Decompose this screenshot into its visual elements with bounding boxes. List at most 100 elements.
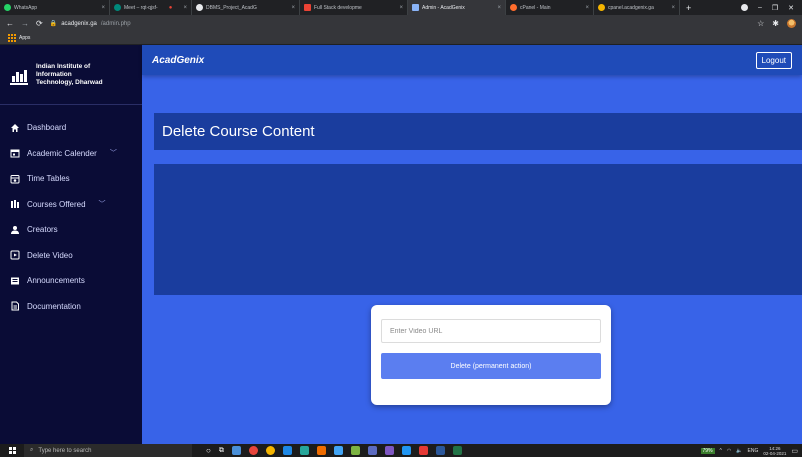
sidebar-item-dashboard[interactable]: Dashboard (0, 115, 142, 141)
logout-button[interactable]: Logout (755, 51, 792, 69)
close-icon[interactable]: × (493, 5, 501, 11)
main-content: AcadGenix Logout Delete Course Content D… (142, 45, 802, 444)
sidebar-brand: Indian Institute of Information Technolo… (0, 45, 142, 105)
timetable-icon (10, 174, 20, 184)
avatar[interactable] (787, 19, 796, 28)
gmail-icon (304, 4, 311, 11)
edge-icon[interactable] (231, 446, 241, 455)
sidebar-nav: Dashboard Academic Calender ﹀ Time Table… (0, 105, 142, 319)
tab-label: Meet – rqt-qjsf- (124, 4, 158, 11)
back-icon[interactable]: ← (6, 19, 14, 28)
tab-label: Full Stack developme (314, 4, 362, 11)
reload-icon[interactable]: ⟳ (36, 19, 43, 28)
announcements-icon (11, 277, 19, 285)
tab-label: Admin - AcadGenix (422, 4, 465, 11)
star-icon[interactable]: ☆ (757, 19, 764, 28)
content-panel: Delete (permanent action) (154, 164, 802, 405)
vscode-icon[interactable] (401, 446, 411, 455)
visual-studio-icon[interactable] (384, 446, 394, 455)
close-icon[interactable]: × (395, 5, 403, 11)
sidebar-item-label: Documentation (27, 301, 81, 311)
tab-whatsapp[interactable]: WhatsApp × (0, 0, 110, 15)
app-icon[interactable] (333, 446, 343, 455)
chevron-down-icon: ﹀ (109, 150, 117, 158)
tab-label: cPanel - Main (520, 4, 551, 11)
apps-grid-icon[interactable] (8, 34, 16, 42)
tab-meet[interactable]: Meet – rqt-qjsf- ● × (110, 0, 192, 15)
bookmark-apps[interactable]: Apps (19, 35, 30, 41)
sidebar-item-courses-offered[interactable]: Courses Offered ﹀ (0, 192, 142, 218)
volume-icon[interactable]: 🔈 (736, 448, 742, 454)
chevron-down-icon: ﹀ (98, 201, 106, 209)
browser-toolbar: ← → ⟳ 🔒 acadgenix.ga/admin.php ☆ ✱ (0, 15, 802, 32)
close-window-icon[interactable]: ✕ (788, 4, 794, 12)
chrome-icon[interactable] (265, 446, 275, 455)
sidebar-item-creators[interactable]: Creators (0, 217, 142, 243)
app-icon[interactable] (316, 446, 326, 455)
browser-tab-bar: WhatsApp × Meet – rqt-qjsf- ● × DBMS_Pro… (0, 0, 802, 15)
app-icon[interactable] (418, 446, 428, 455)
app-icon[interactable] (367, 446, 377, 455)
tab-gmail[interactable]: Full Stack developme × (300, 0, 408, 15)
taskbar-apps: ○ ⧉ (192, 446, 462, 455)
taskbar-search[interactable]: ⌕ Type here to search (24, 444, 192, 457)
language-indicator[interactable]: ENG (748, 448, 759, 454)
app-icon[interactable] (248, 446, 258, 455)
sidebar-item-delete-video[interactable]: Delete Video (0, 243, 142, 269)
battery-indicator[interactable]: 79% (700, 447, 715, 454)
tab-label: DBMS_Project_AcadG (206, 4, 257, 11)
sidebar-item-announcements[interactable]: Announcements (0, 268, 142, 294)
sidebar-item-label: Delete Video (27, 250, 73, 260)
app-icon[interactable] (282, 446, 292, 455)
sidebar-item-label: Creators (27, 225, 58, 235)
close-icon[interactable]: × (667, 5, 675, 11)
close-icon[interactable]: × (179, 5, 187, 11)
tab-admin-acadgenix[interactable]: Admin - AcadGenix × (408, 0, 506, 15)
documentation-icon (11, 301, 19, 311)
excel-icon[interactable] (452, 446, 462, 455)
sidebar: Indian Institute of Information Technolo… (0, 45, 142, 444)
extensions-icon[interactable]: ✱ (772, 19, 779, 28)
tab-label: cpanel.acadgenix.ga (608, 4, 654, 11)
app-icon[interactable] (299, 446, 309, 455)
sidebar-item-academic-calender[interactable]: Academic Calender ﹀ (0, 141, 142, 167)
windows-taskbar: ⌕ Type here to search ○ ⧉ 79% ^ ◠ 🔈 ENG … (0, 444, 802, 457)
page-title: Delete Course Content (162, 123, 315, 140)
new-tab-button[interactable]: + (680, 3, 697, 13)
wifi-icon[interactable]: ◠ (727, 448, 731, 454)
tab-github[interactable]: DBMS_Project_AcadG × (192, 0, 300, 15)
close-icon[interactable]: × (287, 5, 295, 11)
institute-name: Indian Institute of Information Technolo… (36, 62, 103, 86)
creators-icon (11, 225, 19, 234)
sidebar-item-documentation[interactable]: Documentation (0, 294, 142, 320)
taskbar-clock[interactable]: 14:26 02-04-2021 (763, 446, 786, 456)
sidebar-item-label: Announcements (27, 276, 85, 286)
profile-dot-icon[interactable] (740, 4, 748, 11)
cortana-icon[interactable]: ○ (206, 446, 211, 455)
start-button[interactable] (0, 447, 24, 454)
tab-cpanel[interactable]: cPanel - Main × (506, 0, 594, 15)
video-url-input[interactable] (381, 319, 601, 343)
minimize-icon[interactable]: – (758, 4, 762, 11)
sidebar-item-label: Time Tables (27, 174, 70, 184)
address-bar[interactable]: 🔒 acadgenix.ga/admin.php (49, 20, 131, 28)
app-icon[interactable] (350, 446, 360, 455)
tab-cpanel-acadgenix[interactable]: cpanel.acadgenix.ga × (594, 0, 680, 15)
page-title-panel: Delete Course Content (154, 113, 802, 150)
windows-icon (8, 447, 16, 454)
cpanel-icon (510, 4, 517, 11)
close-icon[interactable]: × (581, 5, 589, 11)
close-icon[interactable]: × (97, 5, 105, 11)
maximize-icon[interactable]: ❐ (772, 4, 778, 12)
word-icon[interactable] (435, 446, 445, 455)
page-icon (412, 4, 419, 11)
sidebar-item-time-tables[interactable]: Time Tables (0, 166, 142, 192)
lock-icon: 🔒 (49, 21, 58, 27)
chevron-up-icon[interactable]: ^ (720, 448, 722, 454)
tab-label: WhatsApp (14, 4, 38, 11)
task-view-icon[interactable]: ⧉ (219, 447, 224, 455)
notification-icon[interactable]: ▭ (791, 447, 798, 455)
forward-icon[interactable]: → (21, 19, 29, 28)
system-tray: 79% ^ ◠ 🔈 ENG 14:26 02-04-2021 ▭ (700, 446, 802, 456)
delete-button[interactable]: Delete (permanent action) (381, 353, 601, 379)
